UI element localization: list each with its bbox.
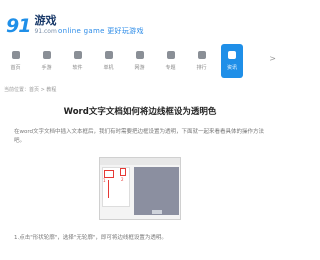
nav-item-home[interactable]: 首页 — [0, 44, 31, 78]
screenshot-toolbar — [100, 158, 180, 165]
nav-label: 排行 — [196, 65, 207, 71]
logo-sub: 91.com — [34, 28, 57, 35]
nav-more-icon[interactable]: > — [269, 54, 276, 63]
phone-icon — [42, 51, 51, 59]
nav-item-online[interactable]: 网游 — [124, 44, 155, 78]
gamepad-icon — [104, 51, 113, 59]
annotation-box-2 — [120, 168, 126, 176]
nav-item-news[interactable]: 资讯 — [221, 44, 243, 78]
annotation-label-1: 1 — [103, 178, 106, 183]
nav-label: 单机 — [103, 65, 114, 71]
chart-icon — [197, 51, 206, 59]
news-icon — [228, 51, 236, 59]
annotation-box-1 — [104, 170, 114, 178]
nav-label: 专题 — [165, 65, 176, 71]
nav-label: 资讯 — [226, 65, 237, 71]
nav-label: 手游 — [41, 65, 52, 71]
site-header: 91 游戏 91.com online game 更好玩游戏 — [0, 0, 280, 42]
screenshot-ok-button — [152, 210, 162, 214]
article-intro: 在word文字文档中插入文本框后，我们有时需要把边框设置为透明，下面就一起来看看… — [14, 129, 265, 144]
folder-icon — [166, 51, 175, 59]
main-nav: 首页 手游 软件 单机 网游 专题 排行 资讯 > — [0, 44, 280, 78]
annotation-label-2: 2 — [121, 177, 124, 182]
nav-item-topics[interactable]: 专题 — [155, 44, 186, 78]
nav-item-mobile-games[interactable]: 手游 — [31, 44, 62, 78]
nav-item-ranking[interactable]: 排行 — [186, 44, 217, 78]
site-logo[interactable]: 91 游戏 91.com — [6, 15, 57, 37]
app-icon — [73, 51, 82, 59]
site-slogan: online game 更好玩游戏 — [58, 27, 144, 35]
logo-text: 游戏 91.com — [34, 14, 57, 35]
article-screenshot: 1 2 — [99, 157, 181, 220]
nav-label: 软件 — [72, 65, 83, 71]
article-title: Word文字文档如何将边线框设为透明色 — [63, 107, 217, 117]
globe-icon — [135, 51, 144, 59]
article-step: 1.点击"形状轮廓"，选择"无轮廓"，即可将边线框设置为透明。 — [14, 235, 167, 241]
nav-label: 网游 — [134, 65, 145, 71]
home-icon — [11, 51, 20, 59]
nav-item-software[interactable]: 软件 — [62, 44, 93, 78]
nav-label: 首页 — [10, 65, 21, 71]
breadcrumb: 当前位置：首页 > 教程 — [4, 87, 57, 93]
logo-number: 91 — [6, 15, 31, 37]
screenshot-dialog-panel — [134, 167, 179, 215]
nav-item-single[interactable]: 单机 — [93, 44, 124, 78]
annotation-arrow — [108, 180, 109, 198]
